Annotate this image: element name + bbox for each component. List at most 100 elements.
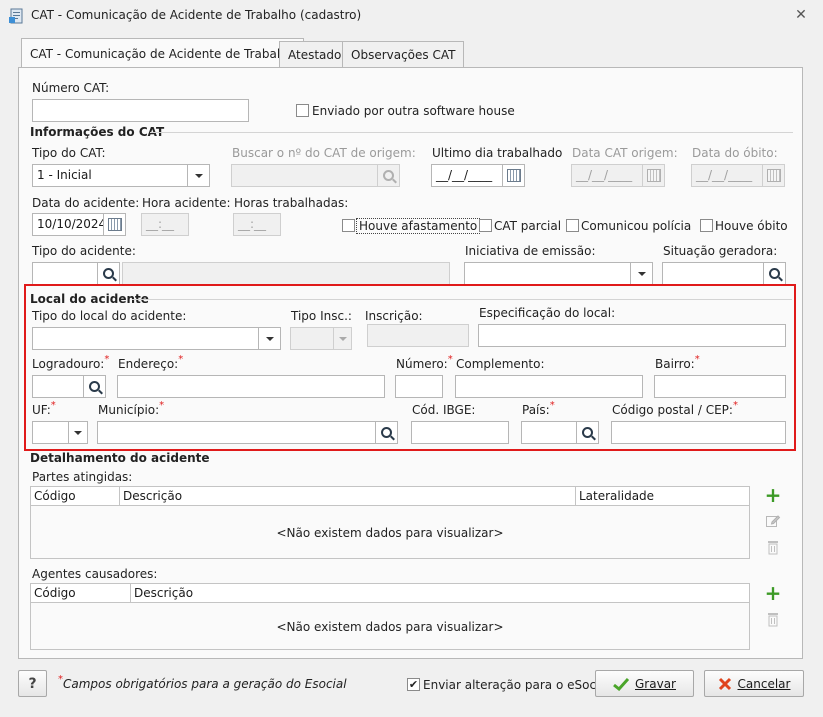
tipo-local-dropdown[interactable] <box>259 327 281 350</box>
col-descricao[interactable]: Descrição <box>120 487 576 506</box>
tipo-acidente-search[interactable] <box>98 262 120 285</box>
pais-search[interactable] <box>577 421 599 444</box>
tipo-cat-select[interactable]: 1 - Inicial <box>32 164 188 187</box>
gravar-button[interactable]: Gravar <box>595 670 694 697</box>
tab-cat[interactable]: CAT - Comunicação de Acidente de Trabalh… <box>21 38 305 68</box>
cancelar-label: Cancelar <box>737 676 791 691</box>
col-descricao[interactable]: Descrição <box>131 584 749 603</box>
numero-input[interactable] <box>395 375 443 398</box>
help-button[interactable]: ? <box>18 670 47 697</box>
close-icon[interactable]: ✕ <box>792 6 810 24</box>
edit-icon <box>766 515 781 527</box>
data-obito-label: Data do óbito: <box>692 146 778 160</box>
ultimo-dia-input[interactable]: __/__/____ <box>431 164 503 187</box>
partes-grid[interactable]: Código Descrição Lateralidade <Não exist… <box>30 486 750 559</box>
delete-agente-button[interactable] <box>763 609 783 629</box>
cat-parcial-checkbox[interactable] <box>479 219 492 232</box>
tipo-acidente-code-input[interactable] <box>32 262 98 285</box>
tipo-local-select[interactable] <box>32 327 259 350</box>
col-lateralidade[interactable]: Lateralidade <box>576 487 749 506</box>
data-origem-label: Data CAT origem: <box>572 146 678 160</box>
pais-input[interactable] <box>521 421 577 444</box>
tab-observacoes[interactable]: Observações CAT <box>342 41 465 67</box>
tipo-insc-select <box>290 327 334 350</box>
chevron-down-icon <box>74 430 82 435</box>
tipo-cat-label: Tipo do CAT: <box>32 146 106 160</box>
cep-label: Código postal / CEP:* <box>612 400 738 417</box>
uf-select[interactable] <box>32 421 69 444</box>
houve-obito-checkbox[interactable] <box>700 219 713 232</box>
endereco-input[interactable] <box>117 375 385 398</box>
chevron-down-icon <box>265 336 274 341</box>
situacao-search[interactable] <box>764 262 786 285</box>
col-codigo[interactable]: Código <box>31 487 120 506</box>
uf-dropdown[interactable] <box>69 421 88 444</box>
partes-label: Partes atingidas: <box>32 470 133 484</box>
data-obito-calendar <box>763 164 785 187</box>
cat-parcial-label: CAT parcial <box>494 219 562 233</box>
data-acidente-input[interactable]: 10/10/2024 <box>32 213 104 236</box>
logradouro-input[interactable] <box>32 375 84 398</box>
municipio-label: Município:* <box>98 400 165 417</box>
section-detalhamento: Detalhamento do acidente <box>30 451 210 465</box>
data-acidente-calendar[interactable] <box>104 213 126 236</box>
data-obito-input: __/__/____ <box>691 164 763 187</box>
search-icon <box>582 427 593 438</box>
search-icon <box>103 268 114 279</box>
gravar-label: Gravar <box>635 676 676 691</box>
numero-cat-input[interactable] <box>32 99 249 122</box>
iniciativa-select[interactable] <box>464 262 631 285</box>
calendar-icon <box>766 169 781 182</box>
add-parte-button[interactable]: + <box>763 485 783 505</box>
tipo-insc-label: Tipo Insc.: <box>291 309 352 323</box>
especificacao-input[interactable] <box>478 324 786 347</box>
tab-atestado[interactable]: Atestado <box>279 41 351 67</box>
search-icon <box>383 170 394 181</box>
grid-header: Código Descrição <box>31 584 749 603</box>
houve-afastamento-label[interactable]: Houve afastamento <box>356 218 481 234</box>
complemento-input[interactable] <box>455 375 643 398</box>
tipo-insc-dropdown <box>334 327 352 350</box>
iniciativa-dropdown[interactable] <box>631 262 653 285</box>
edit-parte-button[interactable] <box>763 511 783 531</box>
search-icon <box>769 268 780 279</box>
check-icon <box>613 677 629 691</box>
horas-trab-input[interactable]: __:__ <box>233 213 281 236</box>
tipo-cat-dropdown[interactable] <box>188 164 210 187</box>
buscar-cat-input <box>231 164 378 187</box>
x-icon <box>718 677 731 690</box>
chevron-down-icon <box>338 336 347 341</box>
hora-acidente-input[interactable]: __:__ <box>141 213 189 236</box>
ibge-label: Cód. IBGE: <box>412 403 476 417</box>
cancelar-button[interactable]: Cancelar <box>704 670 804 697</box>
col-codigo[interactable]: Código <box>31 584 131 603</box>
municipio-input[interactable] <box>97 421 376 444</box>
enviado-outra-checkbox[interactable] <box>296 104 309 117</box>
plus-icon: + <box>764 581 782 605</box>
ultimo-dia-calendar[interactable] <box>503 164 525 187</box>
houve-obito-label: Houve óbito <box>715 219 788 233</box>
add-agente-button[interactable]: + <box>763 583 783 603</box>
logradouro-search[interactable] <box>84 375 106 398</box>
inscricao-label: Inscrição: <box>365 309 423 323</box>
endereco-label: Endereço:* <box>118 354 184 371</box>
empty-message: <Não existem dados para visualizar> <box>276 620 504 634</box>
municipio-search[interactable] <box>376 421 398 444</box>
bairro-input[interactable] <box>654 375 786 398</box>
cep-input[interactable] <box>611 421 786 444</box>
agentes-label: Agentes causadores: <box>32 567 158 581</box>
enviar-esocial-label: Enviar alteração para o eSocial <box>423 678 611 692</box>
houve-afastamento-checkbox[interactable] <box>342 219 355 232</box>
horas-trab-label: Horas trabalhadas: <box>234 196 349 210</box>
situacao-input[interactable] <box>662 262 764 285</box>
ibge-input[interactable] <box>411 421 509 444</box>
agentes-grid[interactable]: Código Descrição <Não existem dados para… <box>30 583 750 650</box>
delete-parte-button[interactable] <box>763 537 783 557</box>
comunicou-policia-checkbox[interactable] <box>566 219 579 232</box>
inscricao-input <box>367 324 469 347</box>
data-origem-input: __/__/____ <box>571 164 643 187</box>
situacao-label: Situação geradora: <box>663 244 778 258</box>
enviar-esocial-checkbox[interactable] <box>407 678 420 691</box>
enviado-outra-label: Enviado por outra software house <box>312 104 515 118</box>
comunicou-policia-label: Comunicou polícia <box>581 219 692 233</box>
